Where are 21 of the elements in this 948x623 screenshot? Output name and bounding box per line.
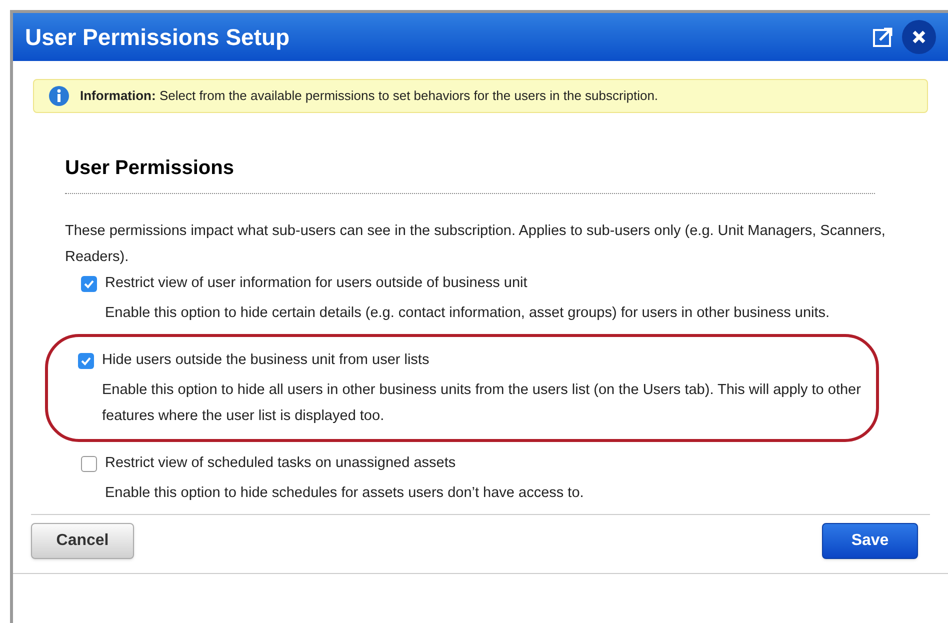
option-label: Restrict view of scheduled tasks on unassigned assets [105, 454, 456, 474]
window-title: User Permissions Setup [25, 22, 291, 52]
checkmark-icon [80, 355, 92, 367]
cancel-button[interactable]: Cancel [31, 523, 134, 559]
section-description: These permissions impact what sub-users can see in the subscription. Applies to sub-users only (e.g. Unit Managers, Scanners, Readers). [65, 222, 886, 267]
checkbox[interactable] [81, 276, 97, 292]
save-button[interactable]: Save [822, 523, 918, 559]
info-message: Information: Select from the available permissions to set behaviors for the users in the subscription. [80, 87, 658, 106]
info-icon [48, 85, 70, 107]
close-button[interactable] [902, 20, 936, 54]
option-label: Restrict view of user information for users outside of business unit [105, 274, 528, 294]
checkbox[interactable] [78, 353, 94, 369]
popout-icon[interactable] [872, 26, 894, 48]
checkbox[interactable] [81, 456, 97, 472]
option-label: Hide users outside the business unit from user lists [102, 351, 430, 370]
section-title: User Permissions [65, 153, 875, 194]
option-description: Enable this option to hide certain details (e.g. contact information, asset groups) for users in other business units. [105, 304, 831, 323]
checkmark-icon [83, 278, 95, 290]
option-description: Enable this option to hide schedules for assets users don’t have access to. [105, 484, 585, 503]
close-icon[interactable] [911, 29, 927, 45]
option-description: Enable this option to hide all users in other business units from the users list (on the Users tab). This will apply to other features where the user list is displayed too. [102, 381, 862, 426]
